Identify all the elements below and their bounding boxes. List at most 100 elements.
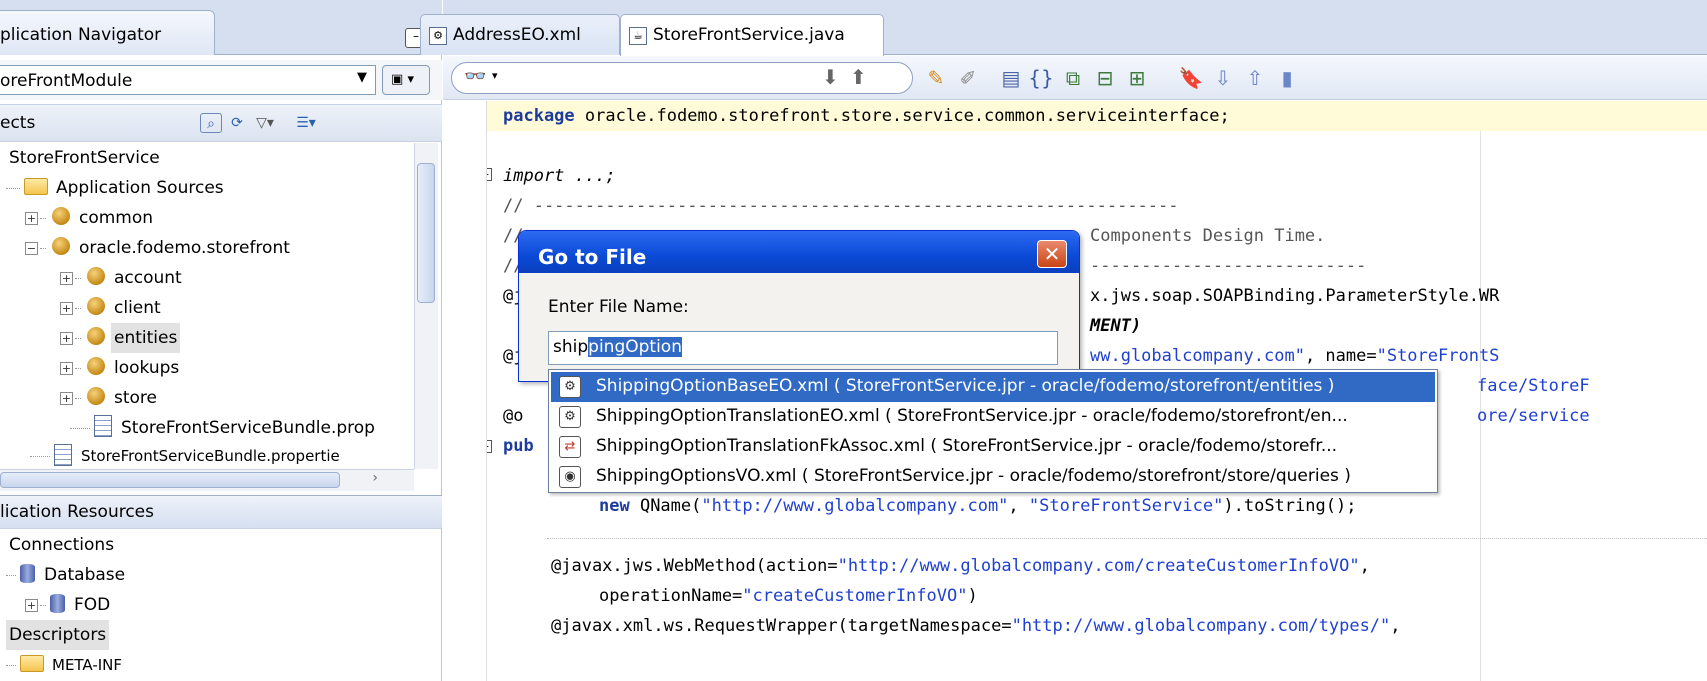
collapse-icon[interactable]: − (25, 241, 38, 255)
java-file-icon: ☕ (629, 27, 647, 45)
expand-icon[interactable]: + (60, 301, 73, 315)
suggestion-item[interactable]: ⚙ ShippingOptionTranslationEO.xml ( Stor… (551, 402, 1435, 432)
expand-icon[interactable]: + (25, 211, 38, 225)
layout-options-icon[interactable]: ☰▾ (288, 113, 324, 133)
tree-item-label: Application Sources (56, 178, 224, 198)
folder-icon (20, 655, 44, 672)
tree-item-client[interactable]: + client (60, 293, 164, 323)
code-line-qname: new QName("http://www.globalcompany.com"… (599, 496, 1357, 516)
projects-label[interactable]: ects (0, 113, 35, 133)
tree-item-label: Connections (9, 535, 115, 555)
properties-file-icon (94, 415, 112, 437)
tab-addresseo-xml[interactable]: ⚙ AddressEO.xml (420, 14, 620, 55)
find-next-icon[interactable]: ⬇ (822, 65, 839, 89)
braces-icon[interactable]: {} (1028, 65, 1054, 91)
scrollbar-thumb[interactable] (417, 163, 435, 303)
tree-item-label: FOD (74, 595, 111, 615)
clear-bookmarks-icon[interactable]: ▮ (1274, 65, 1300, 91)
expand-icon[interactable]: + (60, 361, 73, 375)
expand-icon[interactable]: + (60, 271, 73, 285)
tree-item-database[interactable]: Database (6, 560, 128, 590)
tree-horizontal-scrollbar[interactable]: › (0, 469, 414, 491)
entity-object-icon: ⚙ (559, 406, 581, 428)
package-icon (87, 387, 105, 405)
tree-item-account[interactable]: + account (60, 263, 185, 293)
collapse-fold-icon[interactable]: − (487, 440, 492, 453)
suggestion-item[interactable]: ⚙ ShippingOptionBaseEO.xml ( StoreFrontS… (551, 372, 1435, 402)
bookmark-icon[interactable]: 🔖 (1178, 65, 1204, 91)
tab-label: AddressEO.xml (453, 25, 581, 45)
application-resources-header[interactable]: lication Resources (0, 495, 442, 529)
tree-item-connections[interactable]: Connections (6, 530, 117, 560)
tree-item-descriptors[interactable]: Descriptors (6, 620, 110, 650)
close-button[interactable]: ✕ (1037, 240, 1067, 268)
find-input[interactable]: 👓 ▾ ⬇ ⬆ (451, 62, 913, 94)
tab-storefrontservice-java[interactable]: ☕ StoreFrontService.java (620, 14, 884, 56)
tree-vertical-scrollbar[interactable] (414, 143, 438, 469)
tree-item-application-sources[interactable]: Application Sources (6, 173, 227, 203)
tree-item-label: Descriptors (6, 620, 110, 650)
tree-item-storefrontservice[interactable]: StoreFrontService (6, 143, 163, 173)
code-line-public: pub (503, 436, 534, 456)
navigator-tab[interactable]: plication Navigator (0, 10, 215, 55)
tree-item-bundle-properties-2[interactable]: StoreFrontServiceBundle.propertie (30, 441, 343, 469)
project-menu-button[interactable]: ▣ ▾ (382, 65, 430, 95)
tree-item-entities[interactable]: + entities (60, 323, 181, 353)
next-bookmark-icon[interactable]: ⇩ (1210, 65, 1236, 91)
tree-item-store[interactable]: + store (60, 383, 160, 413)
highlight-icon[interactable]: ✎ (923, 65, 949, 91)
find-icon[interactable]: ⌕ (200, 113, 222, 133)
suggestion-item[interactable]: ⇄ ShippingOptionTranslationFkAssoc.xml (… (551, 432, 1435, 462)
code-line-import: import ...; (503, 166, 616, 186)
tree-item-label: StoreFrontService (9, 148, 160, 168)
folder-icon (24, 177, 48, 195)
code-annotation-fragment: face/StoreF (1477, 376, 1590, 396)
toggle-comment-icon[interactable]: ⧉ (1060, 65, 1086, 91)
sync-icon[interactable]: ⟳ (226, 113, 248, 133)
code-line-request-wrapper: @javax.xml.ws.RequestWrapper(targetNames… (551, 616, 1401, 636)
method-separator (547, 538, 1707, 539)
tree-item-label: entities (111, 323, 181, 353)
database-icon (20, 563, 35, 583)
expand-icon[interactable]: + (60, 391, 73, 405)
indent-icon[interactable]: ⊟ (1092, 65, 1118, 91)
view-object-icon: ◉ (559, 466, 581, 488)
tree-item-label: store (114, 388, 157, 408)
tree-item-lookups[interactable]: + lookups (60, 353, 182, 383)
tree-item-meta-inf[interactable]: META-INF (6, 650, 125, 680)
unindent-icon[interactable]: ⊞ (1124, 65, 1150, 91)
expand-fold-icon[interactable]: + (487, 168, 492, 181)
file-suggestion-list: ⚙ ShippingOptionBaseEO.xml ( StoreFrontS… (548, 369, 1438, 493)
window-icon: ▣ (391, 72, 404, 87)
project-combo[interactable]: oreFrontModule ▼ (0, 65, 376, 95)
package-icon (87, 297, 105, 315)
tree-item-bundle-properties[interactable]: StoreFrontServiceBundle.prop (70, 413, 378, 443)
input-typed-text: ship (553, 337, 589, 357)
package-icon (52, 237, 70, 255)
package-icon (52, 207, 70, 225)
suggestion-item[interactable]: ◉ ShippingOptionsVO.xml ( StoreFrontServ… (551, 462, 1435, 492)
code-line-webmethod: @javax.jws.WebMethod(action="http://www.… (551, 556, 1370, 576)
surround-with-icon[interactable]: ▤ (998, 65, 1024, 91)
code-annotation-fragment: ore/service (1477, 406, 1590, 426)
tree-item-common[interactable]: + common (25, 203, 156, 233)
chevron-right-icon[interactable]: › (372, 470, 378, 486)
tree-item-fod[interactable]: + FOD (25, 590, 113, 620)
binoculars-icon[interactable]: 👓 (464, 66, 486, 87)
chevron-down-icon[interactable]: ▾ (492, 69, 498, 82)
package-icon (87, 267, 105, 285)
scrollbar-thumb[interactable] (0, 472, 340, 488)
find-previous-icon[interactable]: ⬆ (850, 65, 867, 89)
clear-highlight-icon[interactable]: ✐ (955, 65, 981, 91)
tree-item-oracle-fodemo-storefront[interactable]: − oracle.fodemo.storefront (25, 233, 293, 263)
file-name-input[interactable]: shippingOption (548, 331, 1058, 365)
properties-file-icon (54, 443, 72, 466)
input-autocomplete-selection: pingOption (588, 337, 682, 357)
previous-bookmark-icon[interactable]: ⇧ (1242, 65, 1268, 91)
filter-icon[interactable]: ▽▾ (254, 113, 276, 133)
expand-icon[interactable]: + (25, 598, 38, 612)
dialog-title[interactable]: Go to File (519, 231, 1079, 273)
code-annotation-fragment: MENT) (1090, 316, 1142, 336)
code-line-comment-dashes: --------------------------- (1090, 256, 1367, 276)
expand-icon[interactable]: + (60, 331, 73, 345)
